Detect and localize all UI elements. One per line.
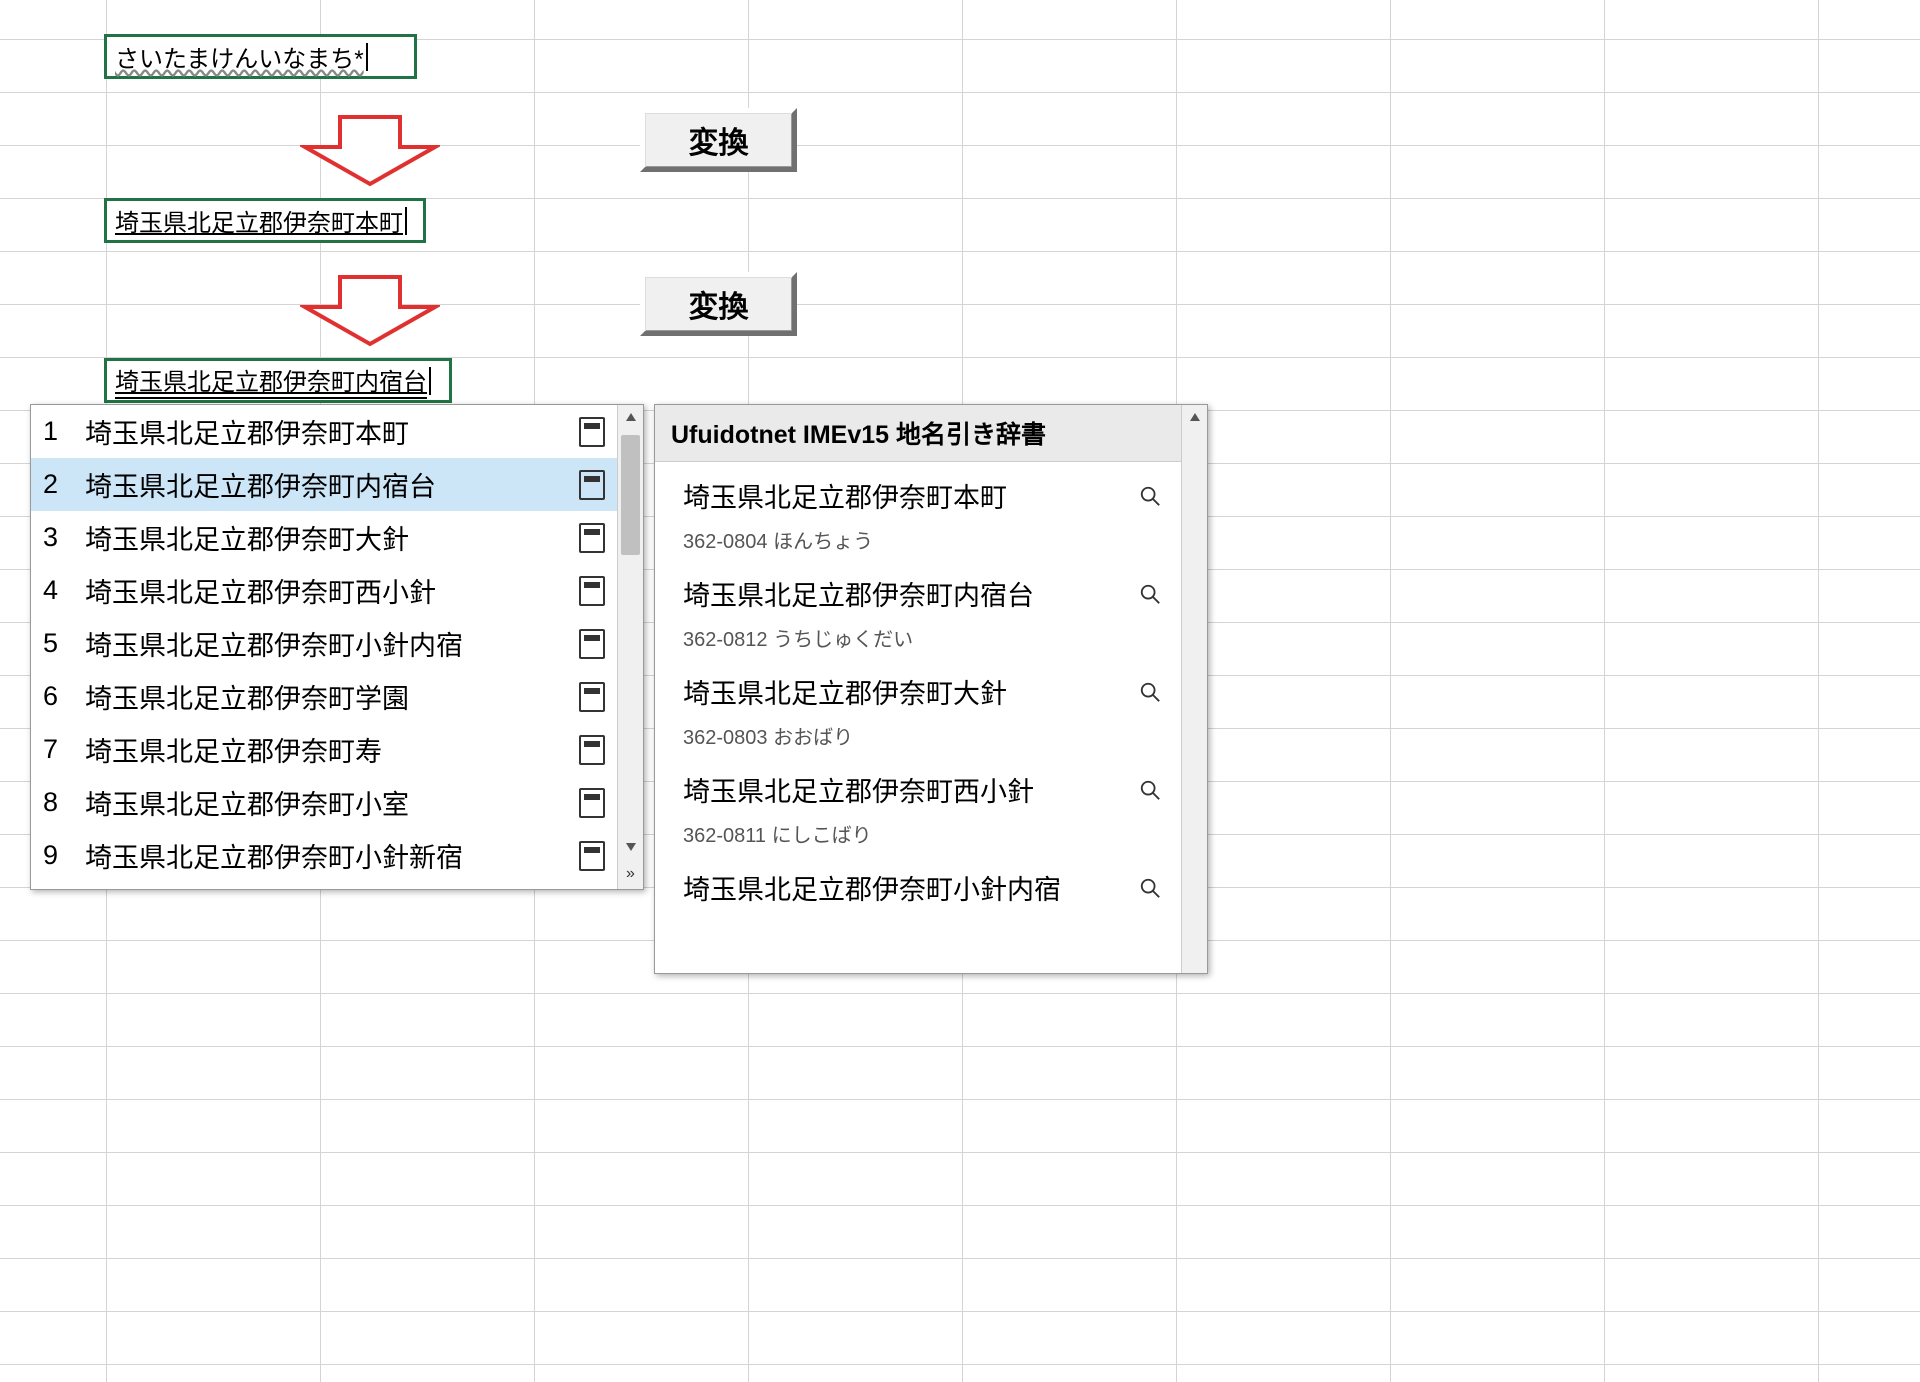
cell-text: 埼玉県北足立郡伊奈町内宿台 [115, 362, 427, 399]
ime-candidate-row[interactable]: 6埼玉県北足立郡伊奈町学園 [31, 670, 617, 723]
dictionary-entry: 埼玉県北足立郡伊奈町小針内宿 [655, 854, 1181, 913]
ime-candidate-row[interactable]: 4埼玉県北足立郡伊奈町西小針 [31, 564, 617, 617]
search-icon[interactable] [1139, 583, 1161, 605]
ime-candidate-list: 1埼玉県北足立郡伊奈町本町2埼玉県北足立郡伊奈町内宿台3埼玉県北足立郡伊奈町大針… [31, 405, 617, 889]
candidate-number: 6 [43, 681, 85, 712]
ime-candidate-row[interactable]: 9埼玉県北足立郡伊奈町小針新宿 [31, 829, 617, 882]
candidate-number: 9 [43, 840, 85, 871]
search-icon[interactable] [1139, 485, 1161, 507]
candidate-number: 1 [43, 416, 85, 447]
text-cursor [366, 43, 368, 71]
candidate-text: 埼玉県北足立郡伊奈町西小針 [85, 571, 571, 610]
cell-text: 埼玉県北足立郡伊奈町本町 [115, 203, 403, 238]
candidate-text: 埼玉県北足立郡伊奈町本町 [85, 412, 571, 451]
candidate-number: 7 [43, 734, 85, 765]
dictionary-title: Ufuidotnet IMEv15 地名引き辞書 [655, 405, 1181, 462]
entry-name: 埼玉県北足立郡伊奈町内宿台 [683, 574, 1034, 613]
button-label: 変換 [689, 118, 749, 162]
button-label: 変換 [689, 282, 749, 326]
entry-name: 埼玉県北足立郡伊奈町小針内宿 [683, 868, 1061, 907]
search-icon[interactable] [1139, 681, 1161, 703]
down-arrow-icon [300, 272, 440, 347]
dictionary-icon [579, 841, 605, 871]
expand-chevron-icon[interactable]: » [618, 863, 643, 885]
ime-candidate-row[interactable]: 8埼玉県北足立郡伊奈町小室 [31, 776, 617, 829]
entry-reading: 362-0812 うちじゅくだい [683, 623, 1161, 652]
entry-reading: 362-0803 おおばり [683, 721, 1161, 750]
candidate-text: 埼玉県北足立郡伊奈町大針 [85, 518, 571, 557]
dictionary-icon [579, 523, 605, 553]
cell-input-2[interactable]: 埼玉県北足立郡伊奈町本町 [104, 198, 426, 243]
text-cursor [429, 367, 431, 395]
dictionary-entry: 埼玉県北足立郡伊奈町本町 362-0804 ほんちょう [655, 462, 1181, 560]
dictionary-entry: 埼玉県北足立郡伊奈町大針 362-0803 おおばり [655, 658, 1181, 756]
convert-button-2[interactable]: 変換 [640, 272, 797, 336]
down-arrow-icon [300, 112, 440, 187]
dictionary-icon [579, 788, 605, 818]
scroll-up-icon[interactable] [618, 405, 643, 429]
candidate-text: 埼玉県北足立郡伊奈町学園 [85, 677, 571, 716]
dictionary-panel: Ufuidotnet IMEv15 地名引き辞書 埼玉県北足立郡伊奈町本町 362… [654, 404, 1208, 974]
candidate-number: 2 [43, 469, 85, 500]
entry-reading: 362-0811 にしこばり [683, 819, 1161, 848]
cell-input-3[interactable]: 埼玉県北足立郡伊奈町内宿台 [104, 358, 452, 403]
candidate-text: 埼玉県北足立郡伊奈町内宿台 [85, 465, 571, 504]
search-icon[interactable] [1139, 779, 1161, 801]
dictionary-scrollbar[interactable] [1181, 405, 1207, 973]
candidate-number: 5 [43, 628, 85, 659]
dictionary-entry: 埼玉県北足立郡伊奈町内宿台 362-0812 うちじゅくだい [655, 560, 1181, 658]
entry-name: 埼玉県北足立郡伊奈町本町 [683, 476, 1007, 515]
cell-input-1[interactable]: さいたまけんいなまち* [104, 34, 417, 79]
convert-button-1[interactable]: 変換 [640, 108, 797, 172]
dictionary-icon [579, 576, 605, 606]
text-cursor [405, 207, 407, 235]
ime-candidate-row[interactable]: 2埼玉県北足立郡伊奈町内宿台 [31, 458, 617, 511]
ime-candidate-row[interactable]: 3埼玉県北足立郡伊奈町大針 [31, 511, 617, 564]
dictionary-body: Ufuidotnet IMEv15 地名引き辞書 埼玉県北足立郡伊奈町本町 362… [655, 405, 1181, 973]
dictionary-icon [579, 417, 605, 447]
candidate-text: 埼玉県北足立郡伊奈町小針内宿 [85, 624, 571, 663]
candidate-number: 8 [43, 787, 85, 818]
entry-reading: 362-0804 ほんちょう [683, 525, 1161, 554]
candidate-text: 埼玉県北足立郡伊奈町小室 [85, 783, 571, 822]
dictionary-icon [579, 682, 605, 712]
dictionary-entry: 埼玉県北足立郡伊奈町西小針 362-0811 にしこばり [655, 756, 1181, 854]
scroll-up-icon[interactable] [1182, 405, 1207, 429]
ime-candidate-row[interactable]: 5埼玉県北足立郡伊奈町小針内宿 [31, 617, 617, 670]
ime-candidate-row[interactable]: 7埼玉県北足立郡伊奈町寿 [31, 723, 617, 776]
scroll-thumb[interactable] [621, 435, 640, 555]
candidate-number: 4 [43, 575, 85, 606]
candidate-text: 埼玉県北足立郡伊奈町小針新宿 [85, 836, 571, 875]
entry-name: 埼玉県北足立郡伊奈町西小針 [683, 770, 1034, 809]
dictionary-icon [579, 470, 605, 500]
candidate-number: 3 [43, 522, 85, 553]
search-icon[interactable] [1139, 877, 1161, 899]
ime-candidate-panel: 1埼玉県北足立郡伊奈町本町2埼玉県北足立郡伊奈町内宿台3埼玉県北足立郡伊奈町大針… [30, 404, 644, 890]
ime-scrollbar[interactable]: » [617, 405, 643, 889]
dictionary-icon [579, 629, 605, 659]
ime-candidate-row[interactable]: 1埼玉県北足立郡伊奈町本町 [31, 405, 617, 458]
entry-name: 埼玉県北足立郡伊奈町大針 [683, 672, 1007, 711]
cell-text: さいたまけんいなまち* [115, 39, 364, 74]
dictionary-icon [579, 735, 605, 765]
scroll-down-icon[interactable] [618, 835, 643, 859]
candidate-text: 埼玉県北足立郡伊奈町寿 [85, 730, 571, 769]
